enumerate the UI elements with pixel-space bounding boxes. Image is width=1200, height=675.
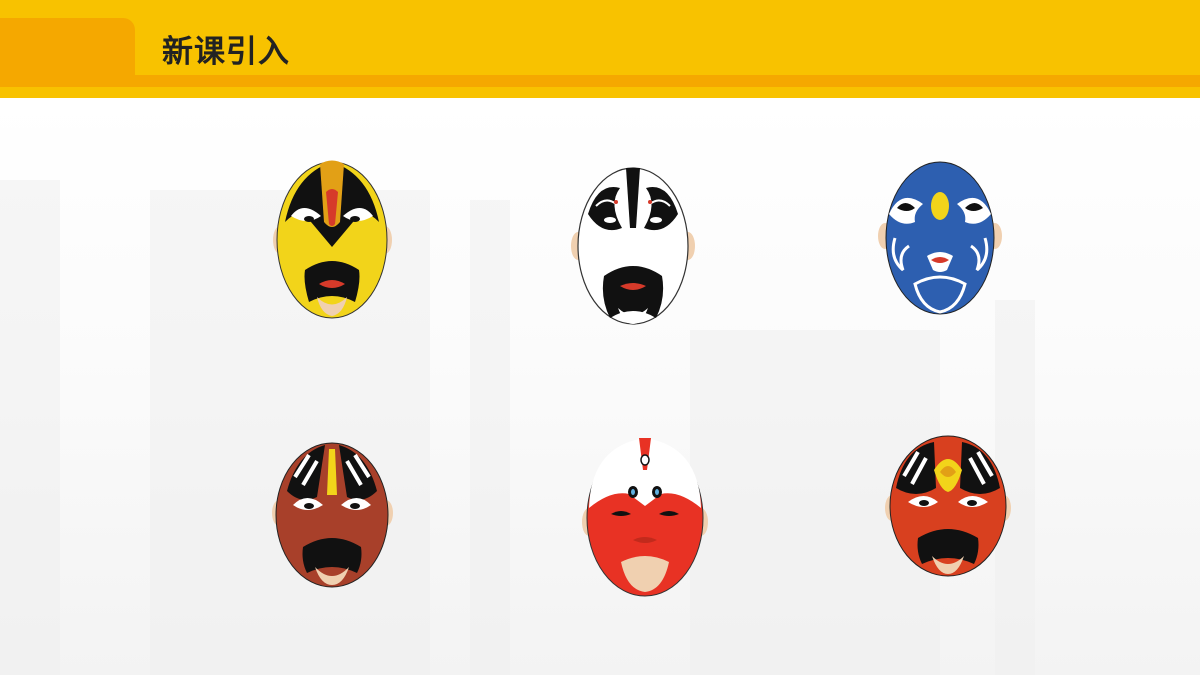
decorative-block — [470, 200, 510, 675]
opera-mask-blue — [875, 158, 1005, 318]
decorative-block — [0, 180, 60, 675]
slide-header: 新课引入 — [0, 0, 1200, 98]
opera-mask-yellow — [265, 152, 400, 322]
header-stripe — [0, 75, 1200, 87]
opera-mask-white — [568, 158, 698, 328]
header-stripe — [0, 87, 1200, 98]
page-title: 新课引入 — [162, 34, 290, 70]
opera-mask-orange-red — [878, 430, 1018, 580]
opera-mask-maroon — [265, 435, 400, 590]
header-tab — [0, 18, 135, 78]
opera-mask-red-white — [575, 430, 715, 600]
